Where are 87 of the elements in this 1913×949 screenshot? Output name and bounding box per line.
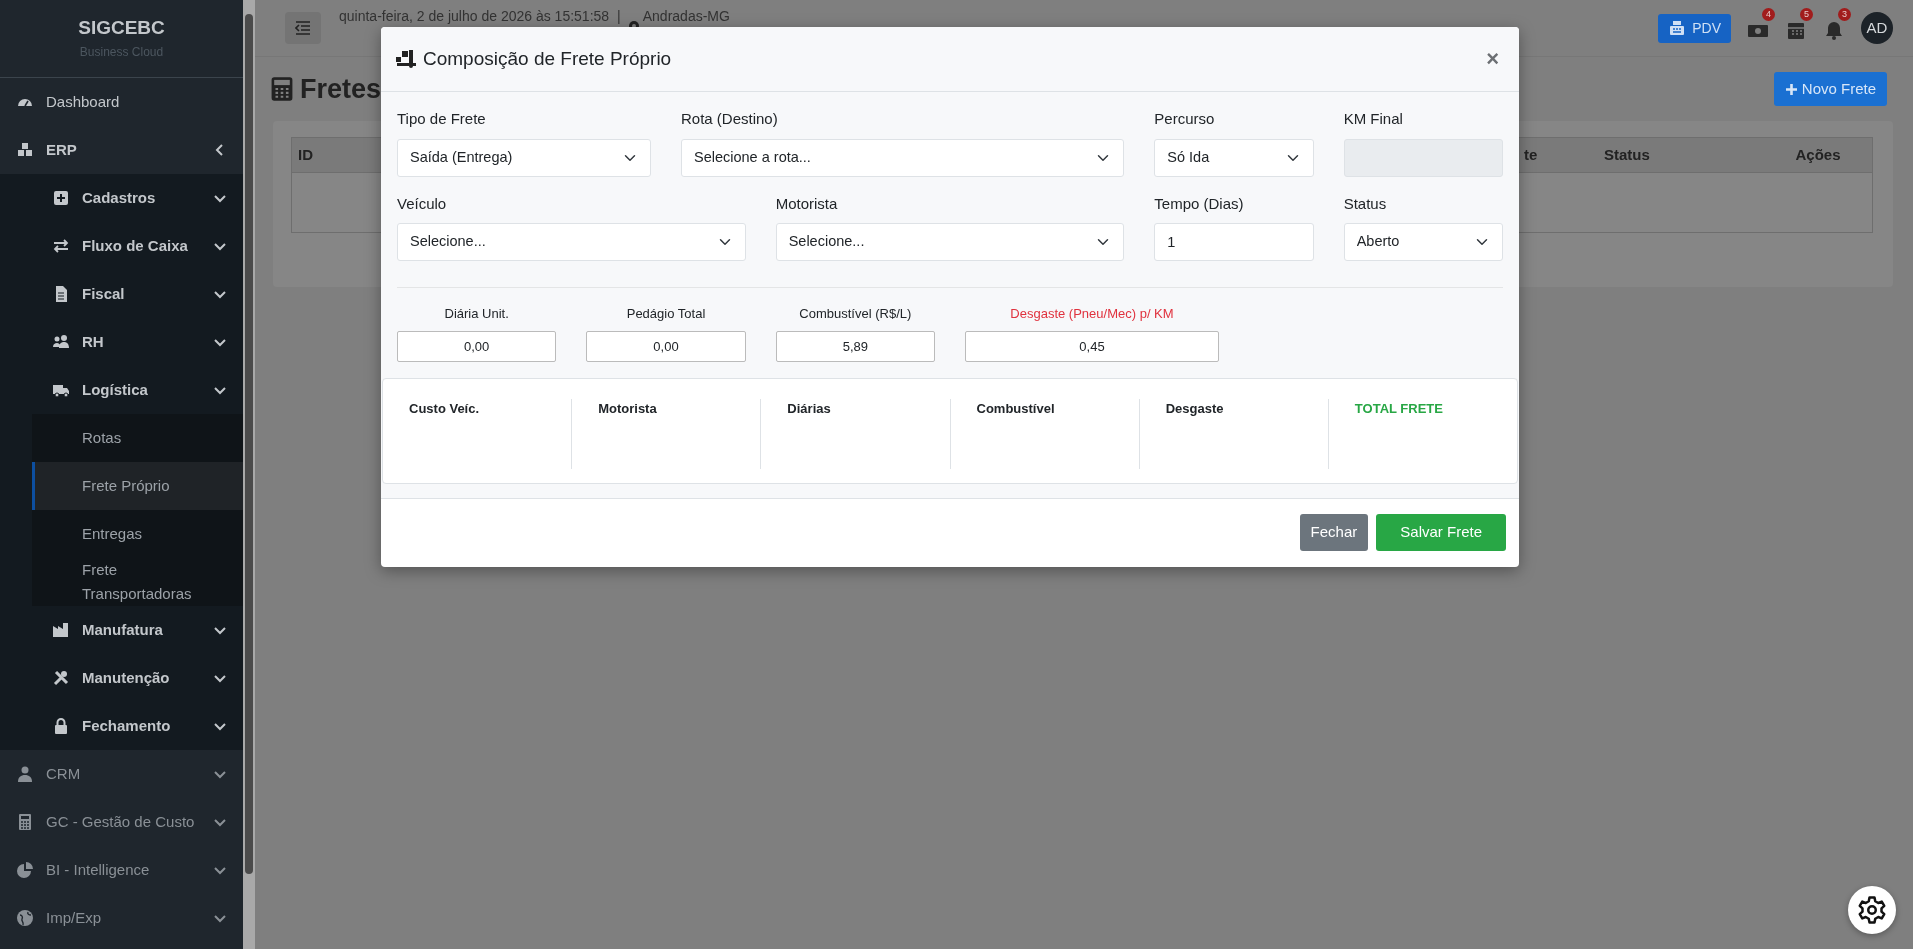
- menu-item[interactable]: Logística: [0, 366, 243, 414]
- notification-count: 3: [1838, 8, 1851, 21]
- select-field[interactable]: Selecione...: [397, 223, 746, 261]
- menu-item[interactable]: Entregas: [32, 510, 243, 558]
- menu-item[interactable]: ERP: [0, 126, 243, 174]
- settings-icon: [1857, 895, 1887, 925]
- column-header: Ações: [1795, 145, 1841, 163]
- settings-button[interactable]: [1848, 886, 1896, 934]
- calculator-icon: [270, 76, 294, 102]
- field-label: Combustível (R$/L): [798, 305, 913, 323]
- menu-item[interactable]: Imp/Exp: [0, 894, 243, 942]
- globe-icon: [16, 909, 34, 927]
- menu-item[interactable]: Fechamento: [0, 702, 243, 750]
- user-icon: [16, 765, 34, 783]
- cash-register-icon: [1668, 20, 1687, 36]
- menu-item[interactable]: Fiscal: [0, 270, 243, 318]
- close-button[interactable]: ×: [1482, 48, 1503, 70]
- summary-heading: TOTAL FRETE: [1354, 400, 1443, 416]
- select-field[interactable]: Saída (Entrega): [397, 138, 651, 177]
- field-label: Tempo (Dias): [1154, 193, 1245, 214]
- arrows-icon: [52, 237, 70, 255]
- users-icon: [52, 333, 70, 351]
- input-field[interactable]: 0,00: [586, 330, 746, 362]
- boxes-icon: [16, 141, 34, 159]
- field-label: Desgaste (Pneu/Mec) p/ KM: [1009, 305, 1175, 323]
- sidebar-toggle-button[interactable]: [285, 12, 321, 44]
- select-field[interactable]: Só Ida: [1154, 138, 1314, 177]
- location-text: Andradas-MG: [642, 7, 730, 26]
- factory-icon: [52, 621, 70, 639]
- summary-heading: Custo Veíc.: [409, 400, 480, 416]
- brand-name: SIGCEBC: [77, 16, 166, 40]
- select-field[interactable]: Selecione...: [775, 223, 1125, 261]
- menu-item[interactable]: GC - Gestão de Custo: [0, 798, 243, 846]
- menu-item[interactable]: Rotas: [32, 414, 243, 462]
- truck-loading-icon: [395, 49, 417, 69]
- field-label: KM Final: [1343, 109, 1404, 129]
- field-label: Diária Unit.: [443, 305, 510, 323]
- menu-icon: [295, 21, 311, 35]
- date-time: quinta-feira, 2 de julho de 2026 às 15:51:58: [339, 7, 610, 26]
- field-label: Pedágio Total: [625, 305, 707, 323]
- summary-heading: Desgaste: [1165, 400, 1224, 416]
- select-field[interactable]: Aberto: [1343, 223, 1503, 261]
- new-freight-button[interactable]: Novo Frete: [1773, 71, 1887, 107]
- select-field[interactable]: Selecione a rota...: [681, 138, 1125, 177]
- field-label: Tipo de Frete: [397, 109, 487, 129]
- field-label: Status: [1343, 193, 1388, 214]
- menu-item[interactable]: Frete Transportadoras: [32, 558, 243, 606]
- field-label: Motorista: [775, 193, 839, 214]
- plus-square-icon: [52, 189, 70, 207]
- summary-heading: Motorista: [598, 400, 657, 416]
- scrollbar-thumb[interactable]: [245, 14, 253, 874]
- page-title: Fretes: [300, 72, 382, 106]
- summary-heading: Diárias: [787, 400, 831, 416]
- input-field[interactable]: 0,00: [397, 330, 557, 362]
- menu-item[interactable]: CRM: [0, 750, 243, 798]
- scrollbar[interactable]: [243, 0, 255, 949]
- notification-count: 4: [1762, 8, 1775, 21]
- menu-item[interactable]: Manutenção: [0, 654, 243, 702]
- pie-chart-icon: [16, 861, 34, 879]
- separator: |: [617, 7, 621, 26]
- field-label: Rota (Destino): [681, 109, 779, 129]
- menu-item[interactable]: RH: [0, 318, 243, 366]
- menu-item[interactable]: Fluxo de Caixa: [0, 222, 243, 270]
- user-avatar[interactable]: AD: [1861, 12, 1893, 44]
- summary-heading: Combustível: [976, 400, 1055, 416]
- menu-item[interactable]: Cadastros: [0, 174, 243, 222]
- modal-title: Composição de Frete Próprio: [423, 47, 672, 71]
- menu-item[interactable]: Manufatura: [0, 606, 243, 654]
- notification-count: 5: [1800, 8, 1813, 21]
- pdv-button[interactable]: PDV: [1658, 13, 1731, 43]
- field-label: Veículo: [397, 193, 448, 214]
- input-field[interactable]: 5,89: [775, 330, 935, 362]
- calculator-icon: [16, 813, 34, 831]
- bell-icon[interactable]: [1823, 19, 1845, 42]
- input-field[interactable]: 1: [1154, 223, 1314, 261]
- column-header: Status: [1604, 145, 1650, 163]
- menu-item[interactable]: BI - Intelligence: [0, 846, 243, 894]
- lock-icon: [52, 717, 70, 735]
- tools-icon: [52, 669, 70, 687]
- menu-item[interactable]: Dashboard: [0, 78, 243, 126]
- menu-item[interactable]: Frete Próprio: [32, 462, 243, 510]
- close-button[interactable]: Fechar: [1299, 513, 1369, 551]
- plus-icon: [1784, 82, 1798, 96]
- field-label: Percurso: [1154, 109, 1216, 129]
- input-field[interactable]: 0,45: [965, 330, 1219, 362]
- column-header: te: [1524, 145, 1538, 163]
- column-header: ID: [298, 145, 313, 163]
